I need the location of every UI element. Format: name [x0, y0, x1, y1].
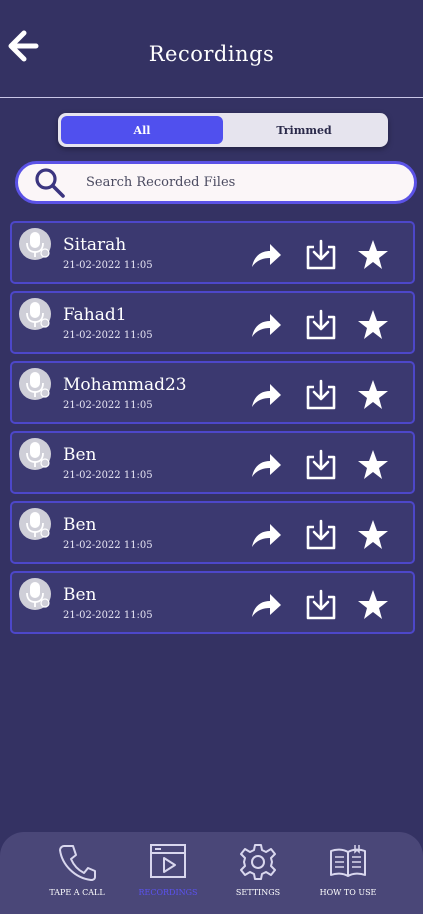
download-icon	[306, 589, 336, 620]
share-button[interactable]	[249, 379, 283, 411]
search-icon[interactable]	[34, 167, 66, 199]
tab-trimmed[interactable]: Trimmed	[223, 116, 385, 144]
microphone-icon	[19, 578, 51, 610]
recording-date: 21-02-2022 11:05	[63, 260, 153, 271]
nav-label: RECORDINGS	[138, 888, 198, 897]
share-arrow-icon	[252, 244, 281, 267]
nav-recordings[interactable]: RECORDINGS	[123, 842, 213, 897]
recording-row[interactable]: Fahad1 21-02-2022 11:05	[10, 291, 415, 354]
download-icon	[306, 519, 336, 550]
nav-how-to-use[interactable]: HOW TO USE	[303, 842, 393, 897]
recording-name: Ben	[63, 445, 97, 465]
star-icon	[358, 450, 388, 479]
book-icon	[330, 845, 366, 877]
star-icon	[358, 240, 388, 269]
video-player-icon	[150, 844, 186, 878]
recording-date: 21-02-2022 11:05	[63, 330, 153, 341]
favorite-button[interactable]	[356, 379, 390, 411]
share-button[interactable]	[249, 589, 283, 621]
nav-label: TAPE A CALL	[49, 888, 105, 897]
microphone-icon	[19, 508, 51, 540]
favorite-button[interactable]	[356, 309, 390, 341]
download-button[interactable]	[304, 519, 338, 551]
microphone-icon	[19, 368, 51, 400]
microphone-icon	[19, 228, 51, 260]
recording-name: Ben	[63, 585, 97, 605]
recording-row[interactable]: Ben 21-02-2022 11:05	[10, 431, 415, 494]
download-icon	[306, 309, 336, 340]
search-bar	[15, 161, 417, 204]
recording-date: 21-02-2022 11:05	[63, 470, 153, 481]
favorite-button[interactable]	[356, 239, 390, 271]
share-arrow-icon	[252, 384, 281, 407]
share-arrow-icon	[252, 524, 281, 547]
gear-icon	[240, 844, 276, 880]
download-button[interactable]	[304, 379, 338, 411]
star-icon	[358, 380, 388, 409]
share-button[interactable]	[249, 239, 283, 271]
tab-all[interactable]: All	[61, 116, 223, 144]
share-arrow-icon	[252, 314, 281, 337]
search-input[interactable]	[86, 175, 414, 190]
share-button[interactable]	[249, 449, 283, 481]
header: Recordings	[0, 0, 423, 98]
recording-row[interactable]: Ben 21-02-2022 11:05	[10, 501, 415, 564]
tab-bar: All Trimmed	[58, 113, 388, 147]
download-icon	[306, 379, 336, 410]
favorite-button[interactable]	[356, 519, 390, 551]
recording-date: 21-02-2022 11:05	[63, 400, 153, 411]
recording-name: Ben	[63, 515, 97, 535]
download-icon	[306, 239, 336, 270]
recordings-list: Sitarah 21-02-2022 11:05 Fahad1 21-02-20…	[10, 221, 415, 641]
share-arrow-icon	[252, 594, 281, 617]
share-arrow-icon	[252, 454, 281, 477]
download-button[interactable]	[304, 309, 338, 341]
recording-name: Fahad1	[63, 305, 127, 325]
favorite-button[interactable]	[356, 589, 390, 621]
nav-settings[interactable]: SETTINGS	[213, 842, 303, 897]
recording-name: Sitarah	[63, 235, 127, 255]
recording-row[interactable]: Ben 21-02-2022 11:05	[10, 571, 415, 634]
bottom-nav: TAPE A CALL RECORDINGS SETTINGS HOW TO U…	[0, 832, 423, 914]
nav-label: SETTINGS	[235, 888, 281, 897]
recording-date: 21-02-2022 11:05	[63, 540, 153, 551]
nav-label: HOW TO USE	[319, 888, 377, 897]
star-icon	[358, 520, 388, 549]
microphone-icon	[19, 298, 51, 330]
microphone-icon	[19, 438, 51, 470]
download-icon	[306, 449, 336, 480]
share-button[interactable]	[249, 309, 283, 341]
page-title: Recordings	[148, 42, 275, 66]
recording-name: Mohammad23	[63, 375, 187, 395]
recording-date: 21-02-2022 11:05	[63, 610, 153, 621]
favorite-button[interactable]	[356, 449, 390, 481]
download-button[interactable]	[304, 449, 338, 481]
recording-row[interactable]: Sitarah 21-02-2022 11:05	[10, 221, 415, 284]
nav-tape-a-call[interactable]: TAPE A CALL	[32, 842, 122, 897]
download-button[interactable]	[304, 239, 338, 271]
download-button[interactable]	[304, 589, 338, 621]
share-button[interactable]	[249, 519, 283, 551]
phone-icon	[59, 845, 96, 881]
star-icon	[358, 310, 388, 339]
recording-row[interactable]: Mohammad23 21-02-2022 11:05	[10, 361, 415, 424]
star-icon	[358, 590, 388, 619]
